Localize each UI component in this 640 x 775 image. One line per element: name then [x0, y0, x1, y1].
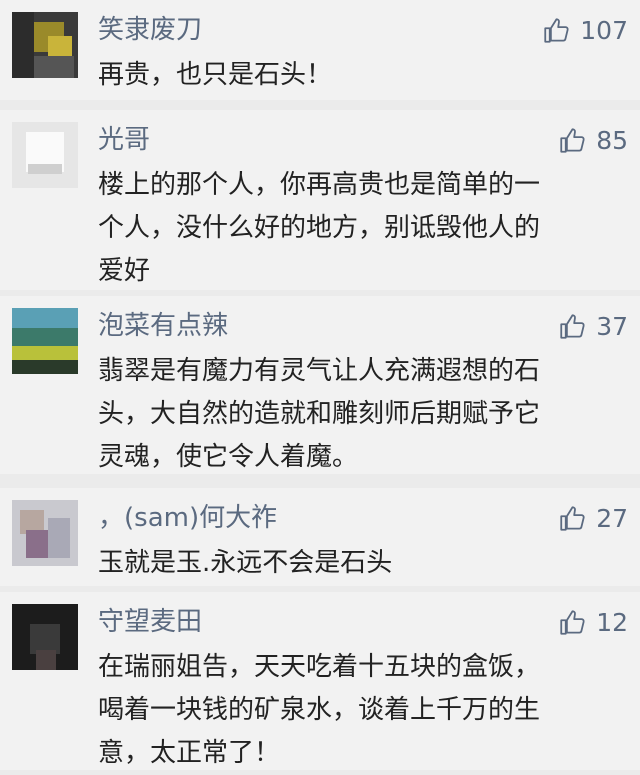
- thumbs-up-icon: [560, 313, 585, 339]
- avatar[interactable]: [12, 604, 78, 670]
- like-count: 12: [596, 607, 628, 637]
- comment-item: 泡菜有点辣 37 翡翠是有魔力有灵气让人充满遐想的石 头，大自然的造就和雕刻师后…: [0, 296, 640, 474]
- comment-line: 意，太正常了！: [98, 738, 281, 768]
- comment-text: 再贵，也只是石头！: [98, 54, 618, 97]
- comment-item: 笑隶废刀 107 再贵，也只是石头！: [0, 0, 640, 100]
- comment-line: 个人，没什么好的地方，别诋毁他人的: [98, 213, 541, 243]
- thumbs-up-icon: [560, 505, 585, 531]
- avatar[interactable]: [12, 308, 78, 374]
- comment-text: 楼上的那个人，你再高贵也是简单的一 个人，没什么好的地方，别诋毁他人的 爱好: [98, 164, 618, 293]
- like-count: 107: [580, 15, 628, 45]
- comment-nickname[interactable]: 守望麦田: [98, 600, 202, 644]
- comment-line: 在瑞丽姐告，天天吃着十五块的盒饭，: [98, 652, 541, 682]
- like-button[interactable]: 37: [559, 304, 628, 348]
- comment-list: 笑隶废刀 107 再贵，也只是石头！ 光哥 85 楼上的那个人，你再高贵也是简单…: [0, 0, 640, 770]
- comment-text: 玉就是玉.永远不会是石头: [98, 542, 618, 585]
- comment-line: 翡翠是有魔力有灵气让人充满遐想的石: [98, 356, 541, 386]
- like-count: 37: [596, 311, 628, 341]
- comment-line: 爱好: [98, 256, 151, 286]
- thumbs-up-icon: [544, 17, 569, 43]
- thumbs-up-icon: [560, 127, 585, 153]
- comment-item: ，(sam)何大祚 27 玉就是玉.永远不会是石头: [0, 488, 640, 586]
- like-button[interactable]: 27: [559, 496, 628, 540]
- comment-line: 玉就是玉.永远不会是石头: [98, 548, 393, 578]
- like-count: 27: [596, 503, 628, 533]
- like-count: 85: [596, 125, 628, 155]
- comment-line: 头，大自然的造就和雕刻师后期赋予它: [98, 399, 541, 429]
- avatar[interactable]: [12, 12, 78, 78]
- like-button[interactable]: 85: [559, 118, 628, 162]
- comment-line: 再贵，也只是石头！: [98, 60, 333, 90]
- comment-text: 翡翠是有魔力有灵气让人充满遐想的石 头，大自然的造就和雕刻师后期赋予它 灵魂，使…: [98, 350, 618, 479]
- comment-nickname[interactable]: 泡菜有点辣: [98, 304, 228, 348]
- comment-line: 灵魂，使它令人着魔。: [98, 442, 359, 472]
- comment-line: 喝着一块钱的矿泉水，谈着上千万的生: [98, 695, 541, 725]
- comment-nickname[interactable]: 笑隶废刀: [98, 8, 202, 52]
- comment-nickname[interactable]: ，(sam)何大祚: [98, 496, 277, 540]
- avatar[interactable]: [12, 500, 78, 566]
- avatar[interactable]: [12, 122, 78, 188]
- comment-text: 在瑞丽姐告，天天吃着十五块的盒饭， 喝着一块钱的矿泉水，谈着上千万的生 意，太正…: [98, 646, 618, 775]
- like-button[interactable]: 107: [543, 8, 628, 52]
- comment-item: 守望麦田 12 在瑞丽姐告，天天吃着十五块的盒饭， 喝着一块钱的矿泉水，谈着上千…: [0, 592, 640, 770]
- comment-nickname[interactable]: 光哥: [98, 118, 150, 162]
- thumbs-up-icon: [560, 609, 585, 635]
- comment-line: 楼上的那个人，你再高贵也是简单的一: [98, 170, 541, 200]
- like-button[interactable]: 12: [559, 600, 628, 644]
- comment-item: 光哥 85 楼上的那个人，你再高贵也是简单的一 个人，没什么好的地方，别诋毁他人…: [0, 110, 640, 290]
